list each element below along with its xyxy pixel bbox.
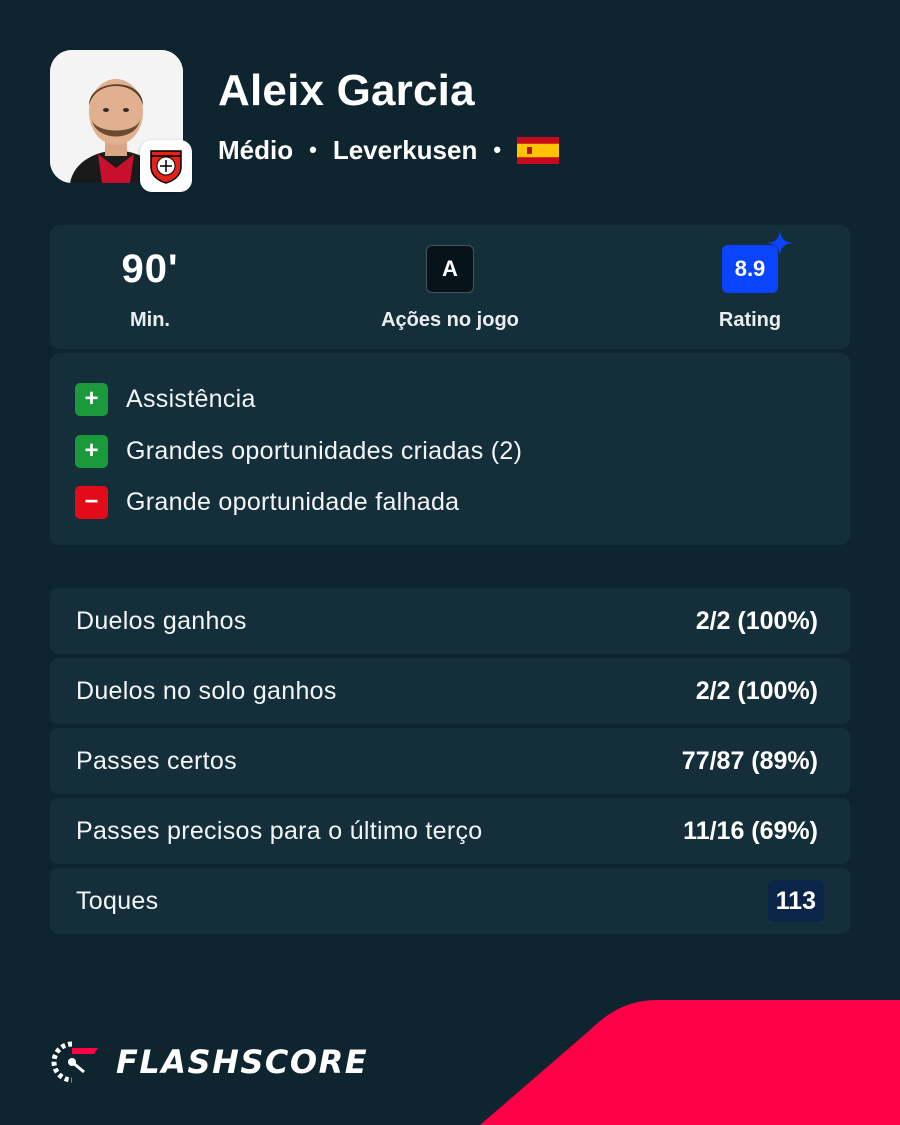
stat-label: Duelos no solo ganhos — [76, 676, 337, 705]
rating-badge: 8.9 — [722, 230, 793, 293]
bayer-leverkusen-crest-icon — [150, 150, 182, 184]
stat-row: Toques 113 — [50, 868, 850, 934]
actions-stat[interactable]: A Ações no jogo — [350, 225, 550, 349]
player-team: Leverkusen — [332, 134, 478, 165]
minutes-label: Min. — [130, 309, 170, 331]
flashscore-mark-icon — [51, 1041, 98, 1083]
player-meta: Médio • Leverkusen • — [218, 134, 560, 166]
stat-value: 77/87 (89%) — [681, 746, 818, 775]
stat-label: Passes precisos para o último terço — [76, 816, 483, 845]
stat-value: 2/2 (100%) — [695, 676, 818, 705]
stat-value-highlighted: 113 — [767, 880, 824, 922]
stat-label: Duelos ganhos — [76, 606, 247, 635]
stat-row: Duelos no solo ganhos 2/2 (100%) — [50, 658, 850, 724]
brand-name: FLASHSCORE — [116, 1043, 369, 1081]
actions-button[interactable]: A — [426, 245, 474, 293]
stat-label: Passes certos — [76, 746, 237, 775]
flashscore-logo: FLASHSCORE — [50, 1040, 368, 1084]
separator: • — [493, 137, 502, 162]
event-text: Assistência — [126, 384, 256, 413]
stat-row: Passes precisos para o último terço 11/1… — [50, 798, 850, 864]
stat-label: Toques — [76, 886, 159, 915]
stat-value: 11/16 (69%) — [683, 816, 818, 845]
event-text: Grandes oportunidades criadas (2) — [126, 436, 523, 465]
actions-label: Ações no jogo — [381, 309, 519, 331]
match-summary-panel: 90' Min. A Ações no jogo 8.9 Rating — [50, 225, 850, 349]
event-item: − Grande oportunidade falhada — [75, 485, 459, 519]
event-item: + Grandes oportunidades criadas (2) — [75, 434, 522, 468]
club-badge — [140, 140, 192, 192]
event-text: Grande oportunidade falhada — [126, 487, 460, 516]
spain-flag-icon — [517, 136, 560, 164]
event-item: + Assistência — [75, 382, 256, 416]
separator: • — [309, 137, 317, 162]
sparkle-star-icon — [767, 230, 793, 256]
stat-row: Duelos ganhos 2/2 (100%) — [50, 588, 850, 654]
stat-row: Passes certos 77/87 (89%) — [50, 728, 850, 794]
minutes-value: 90' — [121, 247, 179, 291]
rating-stat: 8.9 Rating — [670, 225, 830, 349]
player-position: Médio — [218, 134, 294, 165]
rating-label: Rating — [718, 309, 782, 331]
stat-value: 2/2 (100%) — [695, 606, 818, 635]
minus-icon: − — [75, 485, 108, 519]
key-events-panel: + Assistência + Grandes oportunidades cr… — [50, 353, 850, 545]
player-name: Aleix Garcia — [218, 66, 475, 115]
plus-icon: + — [75, 434, 108, 468]
plus-icon: + — [75, 382, 108, 416]
minutes-stat: 90' Min. — [70, 225, 230, 349]
